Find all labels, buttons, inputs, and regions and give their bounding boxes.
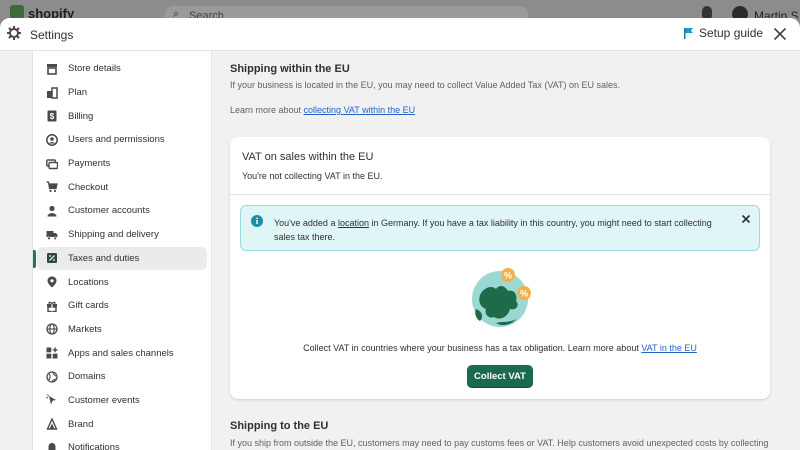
truck-icon [45, 228, 59, 242]
sidebar-item-label: Brand [68, 418, 94, 430]
close-icon[interactable] [772, 26, 788, 42]
section-title-eu: Shipping within the EU [230, 63, 350, 75]
sidebar-item-store-details[interactable]: Store details [37, 57, 207, 81]
globe-icon [45, 322, 59, 336]
dismiss-banner-icon[interactable] [741, 214, 751, 224]
info-banner: You've added a location in Germany. If y… [240, 205, 760, 251]
settings-sidebar: Store details Plan $ Billing Users and permi… [32, 51, 212, 450]
sidebar-item-customer-events[interactable]: Customer events [37, 389, 207, 413]
svg-text:$: $ [50, 112, 55, 121]
sidebar-item-plan[interactable]: Plan [37, 81, 207, 105]
modal-header: Settings Setup guide [0, 18, 800, 51]
sidebar-item-payments[interactable]: Payments [37, 152, 207, 176]
notification-bell-icon [702, 6, 712, 18]
tax-icon [45, 251, 59, 265]
cursor-icon [45, 393, 59, 407]
collecting-vat-link[interactable]: collecting VAT within the EU [304, 105, 416, 115]
collect-vat-description: Collect VAT in countries where your busi… [230, 343, 770, 353]
sidebar-item-apps-and-sales-channels[interactable]: Apps and sales channels [37, 341, 207, 365]
sidebar-item-label: Store details [68, 63, 121, 75]
sidebar-item-label: Taxes and duties [68, 252, 140, 264]
section-title-to-eu: Shipping to the EU [230, 420, 329, 432]
sidebar-item-label: Checkout [68, 181, 109, 193]
vat-in-eu-link[interactable]: VAT in the EU [641, 343, 697, 353]
sidebar-item-taxes-and-duties[interactable]: Taxes and duties [33, 246, 207, 271]
card-subtitle: You're not collecting VAT in the EU. [242, 171, 383, 181]
setup-guide-button[interactable]: Setup guide [684, 26, 763, 40]
search-placeholder: Search [189, 10, 224, 18]
sidebar-item-customer-accounts[interactable]: Customer accounts [37, 199, 207, 223]
sidebar-item-label: Markets [68, 323, 102, 335]
sidebar-item-label: Customer events [68, 394, 140, 406]
plan-icon [45, 86, 59, 100]
svg-text:%: % [520, 289, 528, 299]
location-link[interactable]: location [338, 218, 369, 228]
collect-text-pre: Collect VAT in countries where your busi… [303, 343, 642, 353]
flag-icon [684, 27, 693, 39]
sidebar-item-label: Customer accounts [68, 205, 150, 217]
brand-wordmark: shopify [28, 6, 75, 18]
sidebar-item-domains[interactable]: Domains [37, 365, 207, 389]
main-content: Shipping within the EU If your business … [213, 51, 800, 450]
settings-modal: Settings Setup guide Store details Plan $ B… [0, 18, 800, 450]
sidebar-item-billing[interactable]: $ Billing [37, 104, 207, 128]
sidebar-item-label: Shipping and delivery [68, 229, 159, 241]
sidebar-item-shipping-and-delivery[interactable]: Shipping and delivery [37, 223, 207, 247]
sidebar-item-label: Gift cards [68, 300, 109, 312]
sidebar-item-label: Plan [68, 87, 88, 99]
section-desc-to-eu: If you ship from outside the EU, custome… [230, 438, 769, 448]
gear-icon [7, 26, 21, 40]
section-desc-eu: If your business is located in the EU, y… [230, 80, 621, 90]
divider [230, 194, 770, 195]
collect-vat-button[interactable]: Collect VAT [467, 365, 533, 388]
sidebar-item-gift-cards[interactable]: Gift cards [37, 294, 207, 318]
learn-more-prefix: Learn more about [230, 105, 304, 115]
sidebar-item-label: Notifications [68, 442, 120, 450]
page-title: Settings [30, 28, 74, 42]
sidebar-item-locations[interactable]: Locations [37, 270, 207, 294]
svg-text:%: % [504, 271, 512, 281]
avatar [732, 6, 748, 18]
person-icon [45, 204, 59, 218]
sidebar-item-label: Payments [68, 158, 111, 170]
domain-icon [45, 370, 59, 384]
payments-icon [45, 157, 59, 171]
setup-guide-label: Setup guide [699, 26, 764, 40]
location-pin-icon [45, 275, 59, 289]
sidebar-item-label: Users and permissions [68, 134, 165, 146]
card-title: VAT on sales within the EU [242, 151, 374, 163]
info-icon [251, 215, 263, 227]
sidebar-item-markets[interactable]: Markets [37, 318, 207, 342]
banner-text-pre: You've added a [274, 218, 338, 228]
apps-icon [45, 346, 59, 360]
sidebar-item-label: Billing [68, 110, 94, 122]
user-name: Martin S [754, 9, 799, 18]
eu-globe-illustration-icon: % % [472, 268, 531, 327]
sidebar-item-label: Apps and sales channels [68, 347, 174, 359]
sidebar-item-label: Locations [68, 276, 109, 288]
shopify-logo-icon [10, 5, 24, 18]
billing-icon: $ [45, 109, 59, 123]
user-circle-icon [45, 133, 59, 147]
store-icon [45, 62, 59, 76]
admin-topbar-backdrop: shopify ⌕ Search Martin S [0, 0, 800, 18]
cart-icon [45, 180, 59, 194]
bell-icon [45, 441, 59, 450]
vat-card: VAT on sales within the EU You're not co… [230, 137, 770, 399]
sidebar-item-notifications[interactable]: Notifications [37, 436, 207, 450]
brand-icon [45, 417, 59, 431]
sidebar-item-checkout[interactable]: Checkout [37, 175, 207, 199]
learn-more-line: Learn more about collecting VAT within t… [230, 105, 415, 115]
sidebar-item-users-and-permissions[interactable]: Users and permissions [37, 128, 207, 152]
gift-icon [45, 299, 59, 313]
sidebar-item-brand[interactable]: Brand [37, 412, 207, 436]
search-icon: ⌕ [173, 8, 180, 18]
sidebar-item-label: Domains [68, 371, 106, 383]
banner-text: You've added a location in Germany. If y… [274, 216, 734, 244]
